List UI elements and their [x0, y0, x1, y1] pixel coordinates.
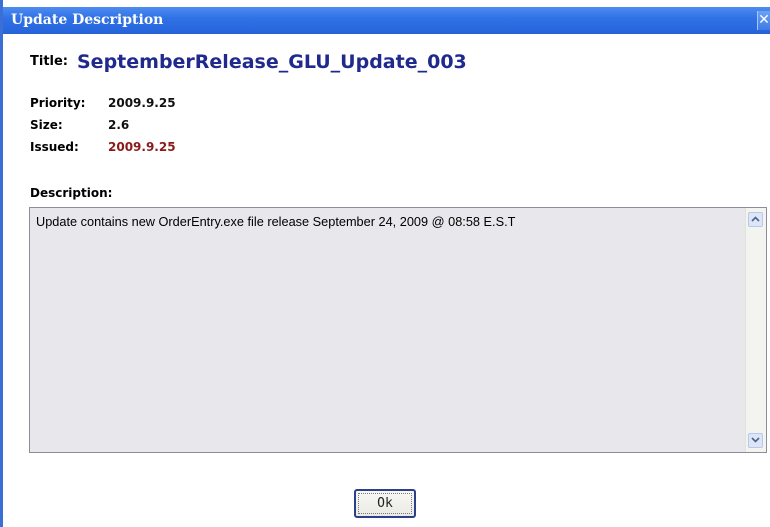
description-scrollbar[interactable] — [745, 208, 766, 452]
dialog-titlebar[interactable]: Update Description ✕ — [3, 7, 770, 34]
priority-label: Priority: — [30, 96, 86, 110]
description-label: Description: — [30, 186, 113, 200]
close-icon[interactable]: ✕ — [757, 11, 770, 30]
scroll-down-button[interactable] — [748, 433, 763, 448]
title-label: Title: — [30, 54, 69, 69]
update-description-dialog: Update Description ✕ Title: SeptemberRel… — [0, 0, 770, 527]
description-textarea[interactable]: Update contains new OrderEntry.exe file … — [29, 207, 767, 453]
issued-value: 2009.9.25 — [108, 140, 176, 154]
update-title-value: SeptemberRelease_GLU_Update_003 — [77, 51, 467, 73]
size-row: Size: 2.6 — [30, 118, 330, 140]
size-label: Size: — [30, 118, 63, 132]
description-text: Update contains new OrderEntry.exe file … — [36, 214, 516, 229]
scroll-up-button[interactable] — [748, 212, 763, 227]
priority-value: 2009.9.25 — [108, 96, 176, 110]
size-value: 2.6 — [108, 118, 130, 132]
dialog-title: Update Description — [11, 12, 164, 28]
chevron-up-icon — [751, 216, 760, 222]
issued-row: Issued: 2009.9.25 — [30, 140, 330, 162]
chevron-down-icon — [751, 437, 760, 443]
priority-row: Priority: 2009.9.25 — [30, 96, 330, 118]
issued-label: Issued: — [30, 140, 79, 154]
ok-button[interactable]: Ok — [354, 489, 416, 518]
update-info: Priority: 2009.9.25 Size: 2.6 Issued: 20… — [30, 96, 330, 162]
